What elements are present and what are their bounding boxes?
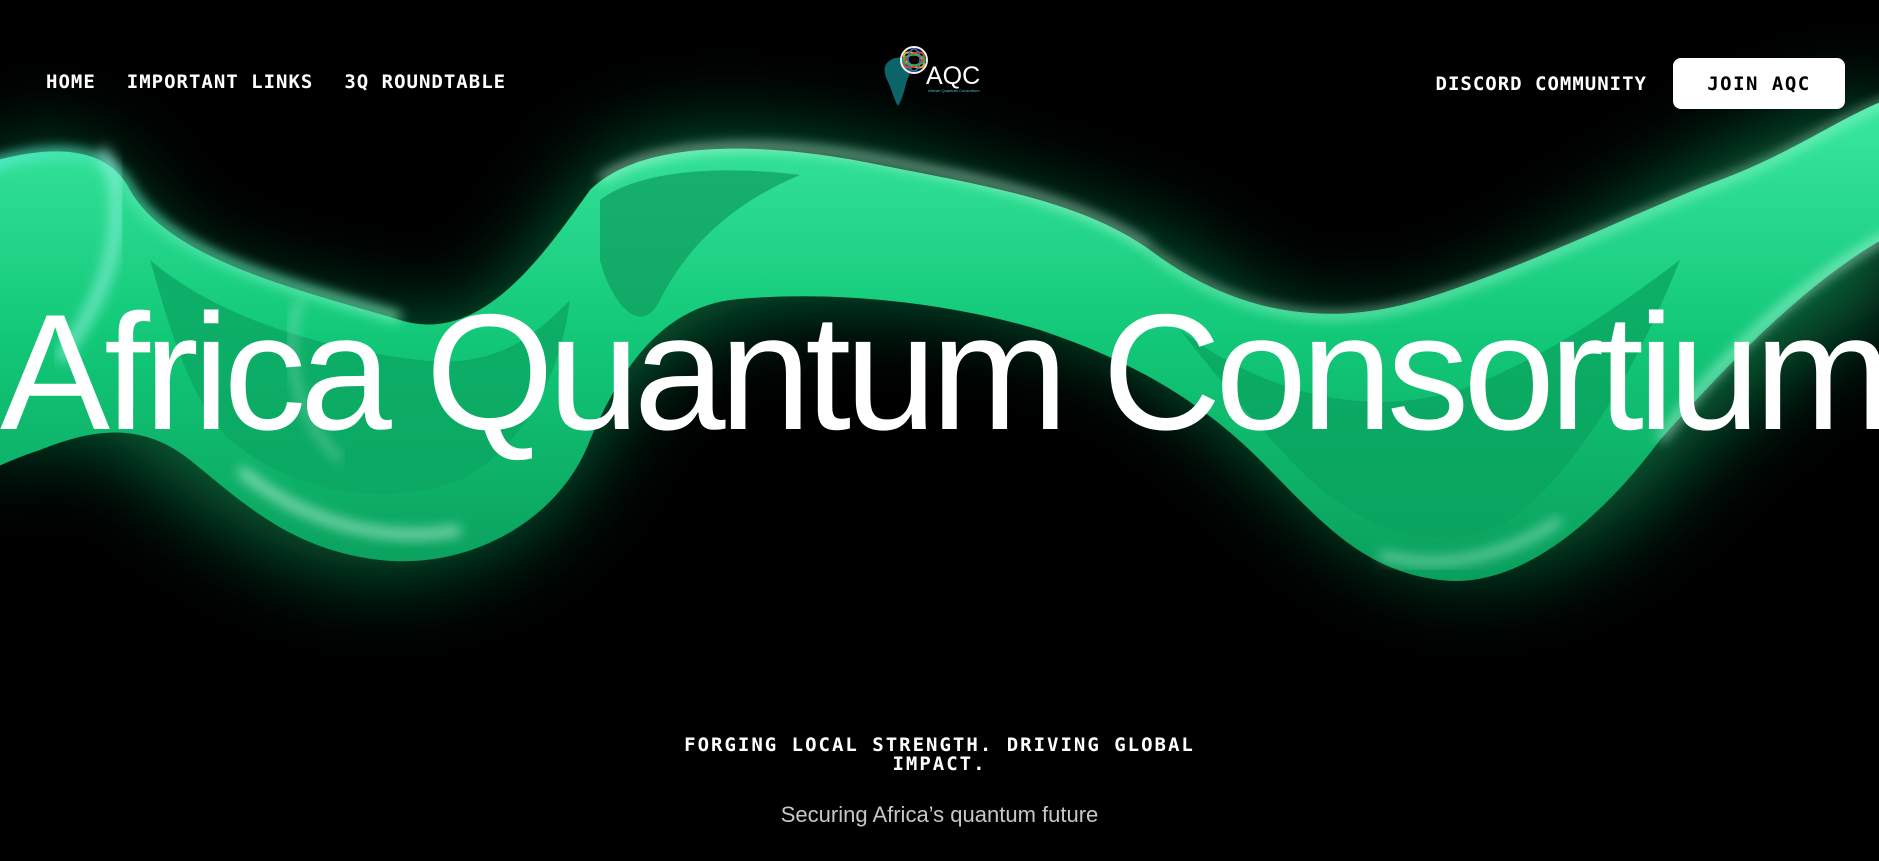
nav-link-home[interactable]: HOME: [46, 71, 96, 93]
nav-link-3q-roundtable[interactable]: 3Q ROUNDTABLE: [344, 71, 506, 93]
logo-subtext: African Quantum Consortium: [928, 88, 980, 93]
nav-link-important-links[interactable]: IMPORTANT LINKS: [127, 71, 314, 93]
nav-link-discord-community[interactable]: DISCORD COMMUNITY: [1436, 73, 1647, 95]
hero-tagline-wrap: FORGING LOCAL STRENGTH. DRIVING GLOBAL I…: [0, 736, 1879, 774]
hero-title: Africa Quantum Consortium: [0, 280, 1879, 464]
nav-right-actions: DISCORD COMMUNITY JOIN AQC: [1436, 58, 1845, 109]
logo-text: AQC: [926, 62, 980, 90]
page: HOME IMPORTANT LINKS 3Q ROUNDTABLE AQC A…: [0, 0, 1879, 861]
hero-tagline: FORGING LOCAL STRENGTH. DRIVING GLOBAL I…: [684, 734, 1195, 775]
top-navigation: HOME IMPORTANT LINKS 3Q ROUNDTABLE AQC A…: [0, 0, 1879, 170]
join-aqc-button[interactable]: JOIN AQC: [1673, 58, 1845, 109]
nav-left-links: HOME IMPORTANT LINKS 3Q ROUNDTABLE: [46, 71, 506, 93]
aqc-logo[interactable]: AQC African Quantum Consortium: [880, 42, 1000, 112]
hero-subtitle: Securing Africa’s quantum future: [780, 802, 1099, 827]
